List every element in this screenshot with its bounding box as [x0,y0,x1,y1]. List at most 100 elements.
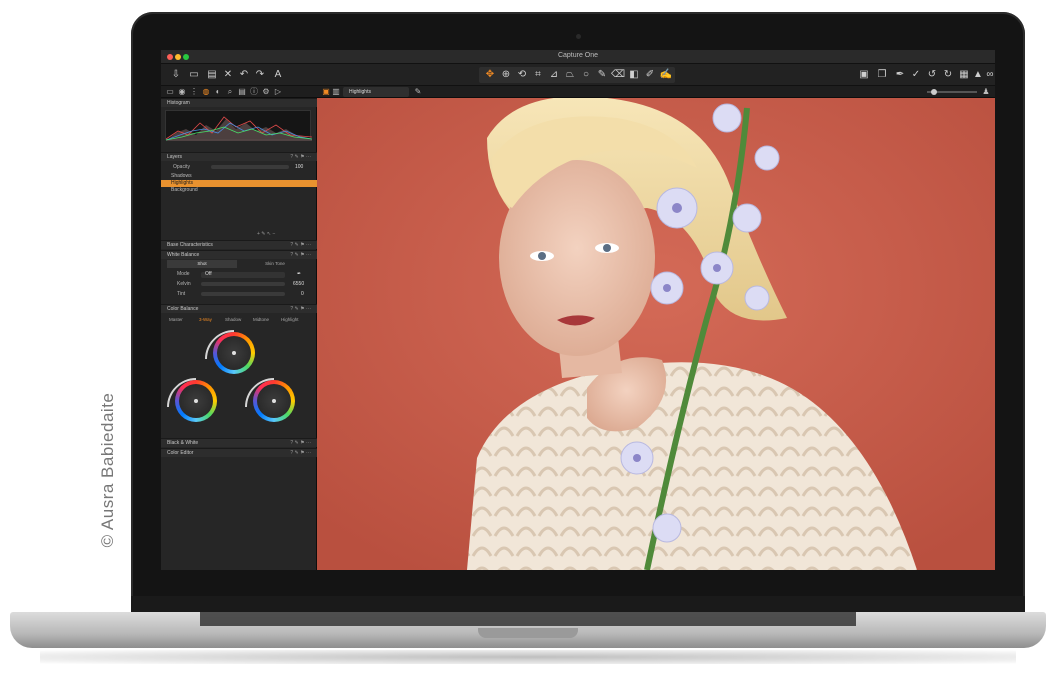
lens-tab-icon[interactable]: ⋮ [189,87,199,97]
histogram-header[interactable]: Histogram [161,98,317,107]
adjustments-tab-icon[interactable]: ▤ [237,87,247,97]
spot-icon[interactable]: ○ [579,68,593,82]
copy-adjustments-icon[interactable]: ✓ [909,68,923,82]
grid-icon[interactable]: ▦ [957,68,971,82]
tab-midtone[interactable]: Midtone [253,316,269,324]
layer-row-background[interactable]: Background [161,187,317,194]
straighten-icon[interactable]: ⊿ [547,68,561,82]
section-tools-icon[interactable]: ? ✎ ⚑ ··· [290,305,311,314]
library-tab-icon[interactable]: ▭ [165,87,175,97]
batch-tab-icon[interactable]: ▷ [273,87,283,97]
photo-credit: © Ausra Babiedaite [98,392,117,548]
layers-header[interactable]: Layers ? ✎ ⚑ ··· [161,152,317,161]
section-tools-icon[interactable]: ? ✎ ⚑ ··· [290,439,311,448]
black-white-header[interactable]: Black & White ? ✎ ⚑ ··· [161,438,317,447]
color-editor-title: Color Editor [167,450,194,456]
browse-icon[interactable]: ▣ [857,68,871,82]
multi-view-icon[interactable]: ▥ [331,87,341,97]
tint-label: Tint [177,291,186,297]
webcam-icon [576,34,581,39]
color-editor-header[interactable]: Color Editor ? ✎ ⚑ ··· [161,448,317,457]
base-characteristics-header[interactable]: Base Characteristics ? ✎ ⚑ ··· [161,240,317,249]
layer-row-shadows[interactable]: Shadows [161,173,317,180]
white-balance-title: White Balance [167,252,200,258]
layer-name: Background [171,187,198,193]
opacity-slider[interactable] [211,165,289,169]
tint-slider[interactable] [201,292,285,296]
layers-title: Layers [167,154,183,160]
mode-select[interactable] [201,272,285,278]
rotate-icon[interactable]: ⟲ [515,68,529,82]
reset-icon[interactable]: ↺ [925,68,939,82]
camera-icon[interactable]: ▭ [187,68,201,82]
layer-select[interactable]: Highlights [343,87,409,97]
collection-icon[interactable]: ▤ [205,68,219,82]
keystone-icon[interactable]: ⏢ [563,68,577,82]
details-tab-icon[interactable]: ⌕ [225,87,235,97]
brush-icon[interactable]: ✎ [413,87,423,97]
reload-icon[interactable]: ↻ [941,68,955,82]
eyedropper-icon[interactable]: ✒ [893,68,907,82]
histogram-chart [165,110,313,141]
laptop-opening-notch [478,628,578,638]
base-characteristics-title: Base Characteristics [167,242,213,248]
capture-tab-icon[interactable]: ◉ [177,87,187,97]
page: © Ausra Babiedaite Capture One ⇩ ▭ ▤ ✕ ↶… [0,0,1056,677]
annotate-icon[interactable]: ✍ [659,68,673,82]
proof-icon[interactable]: ∞ [983,68,995,82]
color-tab-icon[interactable]: ◍ [201,87,211,97]
crop-icon[interactable]: ⌗ [531,68,545,82]
midtone-wheel-handle[interactable] [232,351,236,355]
text-icon[interactable]: A [271,68,285,82]
histogram-title: Histogram [167,100,190,106]
eraser-icon[interactable]: ⌫ [611,68,625,82]
layer-actions-icon[interactable]: + ✎ ↖ − [257,230,275,238]
delete-icon[interactable]: ✕ [221,68,235,82]
section-tools-icon[interactable]: ? ✎ ⚑ ··· [290,251,311,260]
exposure-tab-icon[interactable]: ◐ [213,87,223,97]
kelvin-value[interactable]: 6550 [293,280,304,288]
undo-icon[interactable]: ↶ [237,68,251,82]
zoom-icon[interactable]: ⊕ [499,68,513,82]
stack-icon[interactable]: ❐ [875,68,889,82]
shadow-wheel-handle[interactable] [194,399,198,403]
redo-icon[interactable]: ↷ [253,68,267,82]
output-tab-icon[interactable]: ⚙ [261,87,271,97]
tab-skin-tone[interactable]: Skin Tone [239,260,311,268]
pan-icon[interactable]: ✥ [483,68,497,82]
section-tools-icon[interactable]: ? ✎ ⚑ ··· [290,241,311,250]
portrait-photo [317,98,995,570]
image-viewer[interactable] [317,98,995,570]
tint-value[interactable]: 0 [301,290,304,298]
tab-3-way[interactable]: 3-Way [199,316,212,324]
color-balance-header[interactable]: Color Balance ? ✎ ⚑ ··· [161,304,317,313]
opacity-label: Opacity [173,164,190,170]
opacity-value[interactable]: 100 [295,163,303,171]
tab-shot[interactable]: Shot [167,260,237,268]
single-view-icon[interactable]: ▣ [321,87,331,97]
import-icon[interactable]: ⇩ [169,68,183,82]
zoom-slider-knob[interactable] [931,89,937,95]
tab-shadow[interactable]: Shadow [225,316,241,324]
picker-icon[interactable]: ✐ [643,68,657,82]
layer-name: Shadows [171,173,192,179]
layer-row-highlights[interactable]: Highlights [161,180,317,187]
highlight-wheel-handle[interactable] [272,399,276,403]
section-tools-icon[interactable]: ? ✎ ⚑ ··· [290,153,311,162]
tab-highlight[interactable]: Highlight [281,316,299,324]
laptop-shadow [40,650,1016,664]
tab-master[interactable]: Master [169,316,183,324]
gradient-icon[interactable]: ◧ [627,68,641,82]
brush-icon[interactable]: ✎ [595,68,609,82]
eyedropper-icon[interactable]: ✒ [297,270,301,278]
kelvin-slider[interactable] [201,282,285,286]
window-title: Capture One [557,52,599,59]
white-balance-tabs: Shot Skin Tone [161,260,317,268]
user-icon[interactable]: ♟ [981,87,991,97]
white-balance-header[interactable]: White Balance ? ✎ ⚑ ··· [161,250,317,259]
metadata-tab-icon[interactable]: ⓘ [249,87,259,97]
laptop-lid: Capture One ⇩ ▭ ▤ ✕ ↶ ↷ A ✥ ⊕ ⟲ ⌗ ⊿ ⏢ ○ … [131,12,1025,615]
section-tools-icon[interactable]: ? ✎ ⚑ ··· [290,449,311,458]
app-window: Capture One ⇩ ▭ ▤ ✕ ↶ ↷ A ✥ ⊕ ⟲ ⌗ ⊿ ⏢ ○ … [161,50,995,570]
tool-panel: Histogram Layers ? ✎ ⚑ ··· Opacity 100 S… [161,98,317,570]
